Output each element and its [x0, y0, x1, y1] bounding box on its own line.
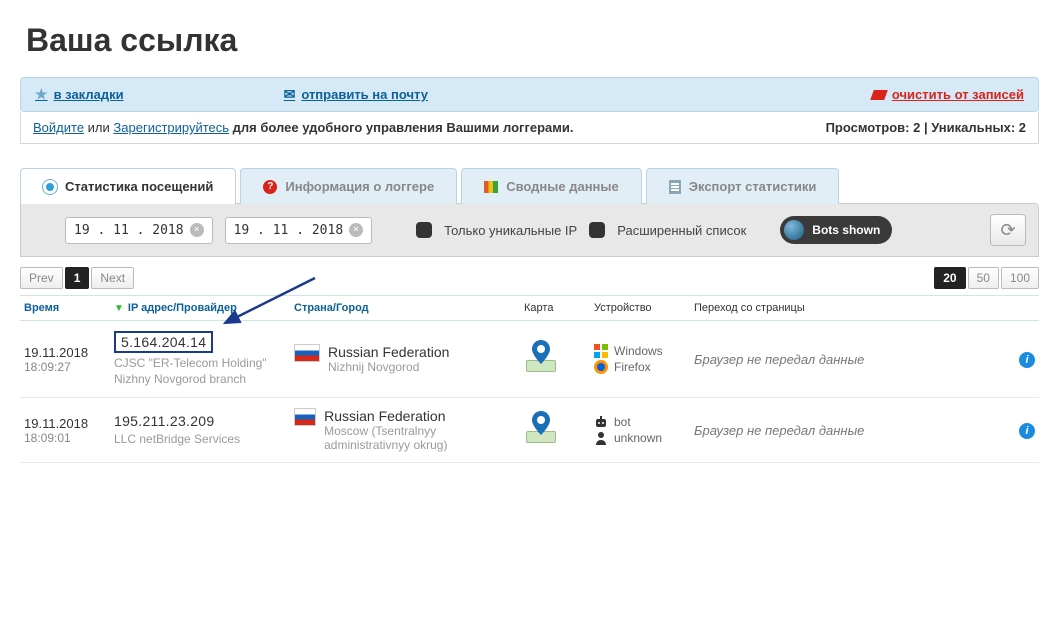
cell-referrer: Браузер не передал данные [694, 423, 1005, 438]
table-row: 19.11.2018 18:09:27 5.164.204.14 CJSC "E… [20, 321, 1039, 398]
tab-summary[interactable]: Сводные данные [461, 168, 642, 204]
send-label: отправить на почту [301, 87, 428, 102]
cell-time: 19.11.2018 18:09:27 [24, 345, 114, 374]
register-link[interactable]: Зарегистрируйтесь [113, 120, 229, 135]
page-size-50[interactable]: 50 [968, 267, 999, 289]
cell-map[interactable] [524, 415, 594, 446]
table-header: Время ▼ IP адрес/Провайдер Страна/Город … [20, 295, 1039, 321]
col-referrer: Переход со страницы [694, 302, 1005, 314]
flag-ru-icon [294, 344, 320, 362]
login-hint: Войдите или Зарегистрируйтесь для более … [33, 120, 573, 135]
tab-bar: Статистика посещений ? Информация о логг… [20, 168, 1039, 204]
cell-ip: 195.211.23.209 LLC netBridge Services [114, 413, 294, 447]
pager-current[interactable]: 1 [65, 267, 90, 289]
clear-date-from-icon[interactable]: × [190, 223, 204, 237]
refresh-icon: ⟳ [1000, 220, 1015, 241]
sort-desc-icon: ▼ [114, 303, 124, 314]
cell-device: Windows Firefox [594, 344, 694, 374]
cell-map[interactable] [524, 344, 594, 375]
page-size-100[interactable]: 100 [1001, 267, 1039, 289]
cell-country: Russian Federation Moscow (Tsentralnyy a… [294, 408, 524, 452]
col-device: Устройство [594, 302, 694, 314]
toggle-knob-icon [784, 220, 804, 240]
target-icon [43, 180, 57, 194]
pager: Prev 1 Next [20, 267, 134, 289]
date-from-input[interactable]: 19 . 11 . 2018 × [65, 217, 213, 244]
cell-time: 19.11.2018 18:09:01 [24, 416, 114, 445]
info-bar: Войдите или Зарегистрируйтесь для более … [20, 112, 1039, 144]
cell-info[interactable]: i [1005, 351, 1035, 368]
annotation-arrow-icon [215, 273, 325, 333]
page-size: 20 50 100 [934, 267, 1039, 289]
map-pin-icon [524, 415, 558, 443]
ip-address[interactable]: 5.164.204.14 [114, 331, 213, 353]
action-bar: ★ в закладки ✉ отправить на почту очисти… [20, 77, 1039, 112]
pager-row: Prev 1 Next 20 50 100 [20, 257, 1039, 295]
bookmark-label: в закладки [54, 87, 124, 102]
tab-export[interactable]: Экспорт статистики [646, 168, 840, 204]
col-time[interactable]: Время [24, 302, 114, 314]
firefox-icon [594, 360, 608, 374]
map-pin-icon [524, 344, 558, 372]
clear-link[interactable]: очистить от записей [872, 87, 1024, 102]
login-link[interactable]: Войдите [33, 120, 84, 135]
bots-toggle[interactable]: Bots shown [780, 216, 892, 244]
page-title: Ваша ссылка [20, 0, 1039, 77]
windows-icon [594, 344, 608, 358]
bookmark-link[interactable]: ★ в закладки [35, 86, 124, 103]
ip-address[interactable]: 195.211.23.209 [114, 413, 214, 429]
info-icon: i [1019, 423, 1035, 439]
filter-bar: 19 . 11 . 2018 × 19 . 11 . 2018 × Только… [20, 203, 1039, 257]
chart-icon [484, 181, 498, 193]
export-icon [669, 180, 681, 194]
page-size-20[interactable]: 20 [934, 267, 965, 289]
date-to-input[interactable]: 19 . 11 . 2018 × [225, 217, 373, 244]
pager-prev[interactable]: Prev [20, 267, 63, 289]
tab-info[interactable]: ? Информация о логгере [240, 168, 457, 204]
unique-count: 2 [1019, 120, 1026, 135]
eraser-icon [870, 90, 888, 100]
clear-date-to-icon[interactable]: × [349, 223, 363, 237]
star-icon: ★ [35, 86, 48, 103]
clear-label: очистить от записей [892, 87, 1024, 102]
provider: CJSC "ER-Telecom Holding" Nizhny Novgoro… [114, 355, 294, 387]
cell-country: Russian Federation Nizhnij Novgorod [294, 344, 524, 374]
cell-ip: 5.164.204.14 CJSC "ER-Telecom Holding" N… [114, 331, 294, 387]
refresh-button[interactable]: ⟳ [990, 214, 1026, 246]
cell-info[interactable]: i [1005, 422, 1035, 439]
tab-stats[interactable]: Статистика посещений [20, 168, 236, 204]
col-country[interactable]: Страна/Город [294, 302, 524, 314]
bot-icon [594, 415, 608, 429]
question-icon: ? [263, 180, 277, 194]
cell-device: bot unknown [594, 415, 694, 445]
unknown-icon [594, 431, 608, 445]
unique-ip-label: Только уникальные IP [444, 223, 577, 238]
unique-ip-checkbox[interactable] [416, 222, 432, 238]
pager-next[interactable]: Next [91, 267, 134, 289]
view-counters: Просмотров: 2 | Уникальных: 2 [826, 120, 1026, 135]
col-map: Карта [524, 302, 594, 314]
flag-ru-icon [294, 408, 316, 426]
provider: LLC netBridge Services [114, 431, 240, 447]
info-icon: i [1019, 352, 1035, 368]
mail-icon: ✉ [284, 86, 296, 103]
send-mail-link[interactable]: ✉ отправить на почту [284, 86, 428, 103]
extended-label: Расширенный список [617, 223, 746, 238]
cell-referrer: Браузер не передал данные [694, 352, 1005, 367]
table-row: 19.11.2018 18:09:01 195.211.23.209 LLC n… [20, 398, 1039, 463]
extended-checkbox[interactable] [589, 222, 605, 238]
